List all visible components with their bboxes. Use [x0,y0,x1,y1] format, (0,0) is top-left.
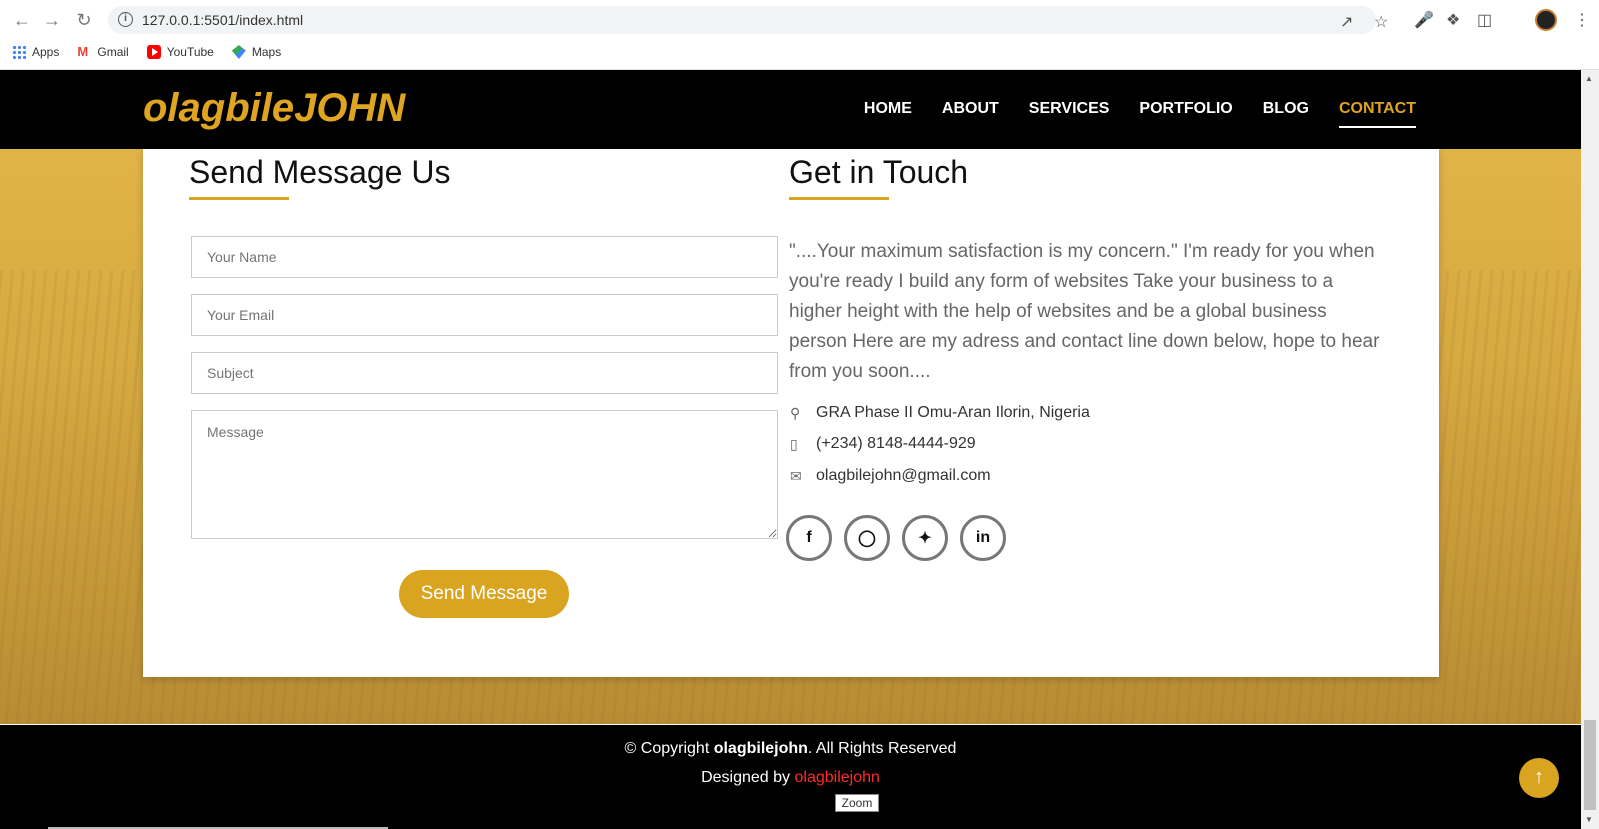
bookmark-label: Apps [32,45,60,59]
site-logo[interactable]: olagbileJOHN [143,86,405,131]
subject-input[interactable] [191,352,778,394]
twitter-link[interactable]: ✦ [902,515,948,561]
contact-card: Send Message Us Send Message Get in Touc… [143,149,1439,677]
phone-row: ▯ (+234) 8148-4444-929 [790,435,976,453]
email-input[interactable] [191,294,778,336]
address-bar[interactable]: i 127.0.0.1:5501/index.html ↗ ☆ [108,6,1388,34]
bookmark-gmail[interactable]: M Gmail [77,42,128,62]
designed-prefix: Designed by [701,769,795,786]
site-footer: © Copyright olagbilejohn. All Rights Res… [0,725,1581,829]
copyright-suffix: . All Rights Reserved [807,740,957,757]
profile-avatar[interactable] [1535,9,1557,31]
scrollbar-thumb[interactable] [1584,720,1596,810]
extensions-icon[interactable]: ❖ [1446,10,1460,30]
side-panel-icon[interactable]: ◫ [1477,10,1492,30]
message-textarea[interactable] [191,410,778,539]
nav-home[interactable]: HOME [864,100,912,128]
twitter-icon: ✦ [918,530,932,547]
bookmark-maps[interactable]: Maps [231,42,282,62]
bookmark-star-icon[interactable]: ☆ [1374,12,1388,32]
web-page: olagbileJOHN HOME ABOUT SERVICES PORTFOL… [0,70,1581,829]
linkedin-icon: in [975,529,991,546]
form-title: Send Message Us [189,154,451,190]
phone-icon: ▯ [790,436,798,452]
gmail-icon: M [77,44,89,59]
envelope-icon: ✉ [790,468,802,484]
email-text: olagbilejohn@gmail.com [816,467,991,484]
microphone-icon[interactable]: 🎤 [1414,10,1434,30]
intro-text: "....Your maximum satisfaction is my con… [789,241,1380,382]
nav-contact[interactable]: CONTACT [1338,100,1416,128]
apps-icon [12,45,26,59]
zoom-tooltip: Zoom [835,794,879,812]
facebook-link[interactable]: f [786,515,832,561]
main-nav: HOME ABOUT SERVICES PORTFOLIO BLOG CONTA… [864,100,1416,128]
copyright-line: © Copyright olagbilejohn. All Rights Res… [0,740,1581,758]
forward-icon[interactable]: → [42,10,62,30]
nav-portfolio[interactable]: PORTFOLIO [1139,100,1232,128]
nav-services[interactable]: SERVICES [1029,100,1110,128]
social-links: f ◯ ✦ in [786,515,1006,561]
designed-by-line: Designed by olagbilejohn [0,769,1581,787]
reload-icon[interactable]: ↻ [74,10,94,30]
bookmarks-bar: Apps M Gmail YouTube Maps [12,42,281,62]
scroll-up-arrow-icon[interactable]: ▲ [1585,74,1593,83]
copyright-name: olagbilejohn [713,740,808,757]
form-title-underline [189,197,289,200]
name-input[interactable] [191,236,778,278]
copyright-prefix: © Copyright [624,740,714,757]
bookmark-label: YouTube [166,45,214,59]
designer-link[interactable]: olagbilejohn [794,769,879,786]
email-row: ✉ olagbilejohn@gmail.com [790,467,991,485]
instagram-link[interactable]: ◯ [844,515,890,561]
instagram-icon: ◯ [858,530,876,547]
scroll-down-arrow-icon[interactable]: ▼ [1585,815,1593,824]
bookmark-youtube[interactable]: YouTube [146,42,214,62]
map-pin-icon: ⚲ [790,405,801,421]
back-to-top-button[interactable]: ↑ [1519,758,1559,798]
address-bar-url[interactable]: 127.0.0.1:5501/index.html [142,12,303,28]
share-icon[interactable]: ↗ [1340,12,1353,32]
send-message-button[interactable]: Send Message [399,570,569,618]
linkedin-link[interactable]: in [960,515,1006,561]
address-text: GRA Phase II Omu-Aran Ilorin, Nigeria [816,404,1090,421]
menu-kebab-icon[interactable]: ⋮ [1574,10,1590,30]
site-header: olagbileJOHN HOME ABOUT SERVICES PORTFOL… [0,70,1581,149]
nav-about[interactable]: ABOUT [942,100,999,128]
phone-text: (+234) 8148-4444-929 [816,435,976,452]
address-row: ⚲ GRA Phase II Omu-Aran Ilorin, Nigeria [790,404,1090,422]
touch-title: Get in Touch [789,154,969,190]
maps-icon [231,45,246,59]
site-info-icon[interactable]: i [118,12,133,27]
page-scrollbar[interactable]: ▲ ▼ [1581,70,1599,829]
bookmark-apps[interactable]: Apps [12,42,59,62]
bookmark-label: Maps [251,45,282,59]
bookmark-label: Gmail [97,45,129,59]
facebook-icon: f [806,529,812,546]
youtube-icon [146,45,161,59]
back-icon[interactable]: ← [12,10,32,30]
nav-blog[interactable]: BLOG [1263,100,1309,128]
touch-title-underline [789,197,889,200]
browser-chrome: ← → ↻ i 127.0.0.1:5501/index.html ↗ ☆ 🎤 … [0,0,1599,70]
